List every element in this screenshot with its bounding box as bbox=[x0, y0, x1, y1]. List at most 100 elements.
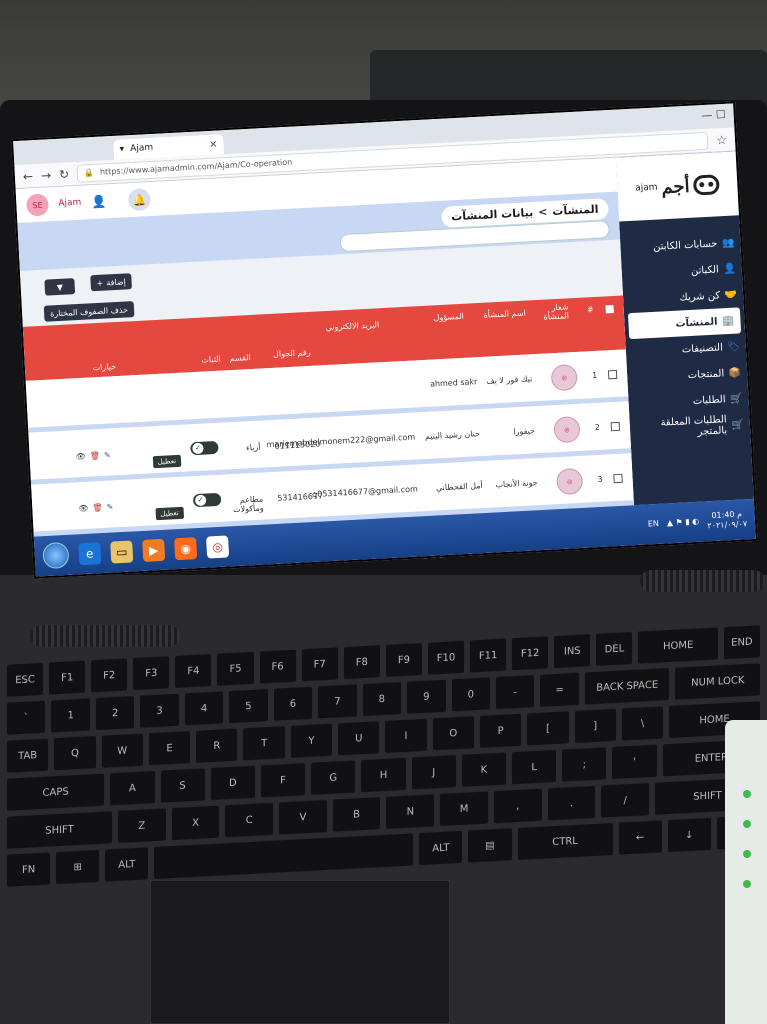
clock[interactable]: 01:40 م ٢٠٢١/٠٩/٠٧ bbox=[707, 509, 748, 531]
key[interactable]: F6 bbox=[258, 648, 297, 685]
key[interactable]: X bbox=[170, 804, 221, 842]
key[interactable]: ← bbox=[617, 819, 663, 856]
key[interactable]: Y bbox=[289, 722, 334, 759]
key[interactable]: . bbox=[546, 784, 597, 822]
language-indicator[interactable]: EN bbox=[648, 519, 660, 530]
tray-icons[interactable]: ▲ ⚑ ▮ ◐ bbox=[667, 517, 700, 529]
key[interactable]: ALT bbox=[418, 829, 464, 867]
key[interactable]: U bbox=[337, 720, 381, 757]
key[interactable]: / bbox=[600, 782, 650, 819]
key[interactable]: 0 bbox=[450, 676, 491, 713]
key[interactable]: H bbox=[360, 756, 407, 794]
key[interactable]: W bbox=[100, 732, 144, 769]
key[interactable]: T bbox=[242, 725, 286, 762]
key[interactable]: A bbox=[109, 769, 156, 807]
key[interactable]: F3 bbox=[132, 655, 171, 692]
chrome-icon[interactable]: ◎ bbox=[206, 535, 230, 559]
bookmark-star-icon[interactable]: ☆ bbox=[716, 132, 727, 147]
key[interactable]: F4 bbox=[174, 652, 213, 689]
key[interactable]: S bbox=[159, 767, 206, 804]
key[interactable]: ⊞ bbox=[55, 848, 101, 886]
key[interactable]: - bbox=[494, 674, 536, 711]
key[interactable]: 6 bbox=[272, 685, 314, 722]
reload-icon[interactable]: ↻ bbox=[59, 167, 70, 182]
key[interactable]: V bbox=[278, 798, 328, 836]
key[interactable]: E bbox=[147, 730, 192, 767]
key[interactable]: R bbox=[195, 727, 239, 764]
key[interactable]: ▤ bbox=[467, 827, 513, 864]
status-toggle[interactable] bbox=[190, 440, 219, 456]
key[interactable]: B bbox=[331, 796, 382, 833]
key[interactable]: NUM LOCK bbox=[674, 662, 762, 701]
disable-button[interactable]: تعطيل bbox=[155, 506, 185, 521]
key[interactable]: ALT bbox=[104, 846, 150, 883]
key[interactable]: 3 bbox=[139, 692, 180, 729]
key[interactable]: F1 bbox=[48, 659, 87, 696]
edit-icon[interactable]: ✎ bbox=[106, 502, 113, 511]
bell-icon[interactable]: 🔔 bbox=[127, 188, 151, 212]
key[interactable]: 1 bbox=[50, 697, 91, 734]
key[interactable]: ; bbox=[561, 746, 608, 783]
tab-close-icon[interactable]: ✕ bbox=[209, 139, 218, 150]
key[interactable]: = bbox=[539, 671, 580, 708]
key[interactable]: 4 bbox=[183, 690, 225, 727]
key[interactable]: F10 bbox=[426, 639, 466, 676]
add-button[interactable]: + إضافة bbox=[90, 273, 133, 292]
start-button[interactable] bbox=[42, 541, 70, 570]
key[interactable]: F7 bbox=[300, 646, 339, 683]
key[interactable]: F8 bbox=[342, 644, 381, 681]
row-checkbox[interactable] bbox=[607, 369, 618, 380]
key[interactable]: D bbox=[209, 764, 256, 802]
forward-icon[interactable]: → bbox=[41, 168, 52, 183]
key[interactable]: ` bbox=[6, 699, 47, 736]
sidebar-item-7[interactable]: 🛒 الطلبات المعلقة بالمتجر bbox=[629, 411, 750, 443]
key[interactable]: , bbox=[492, 787, 543, 825]
key[interactable]: HOME bbox=[637, 626, 719, 665]
key[interactable]: INS bbox=[553, 633, 592, 670]
firefox-icon[interactable]: ◉ bbox=[174, 537, 198, 561]
edit-icon[interactable]: ✎ bbox=[104, 450, 111, 459]
key[interactable]: DEL bbox=[595, 630, 634, 667]
ie-icon[interactable]: e bbox=[78, 542, 102, 566]
key[interactable]: \ bbox=[620, 705, 665, 742]
media-player-icon[interactable]: ▶ bbox=[142, 538, 166, 562]
key[interactable]: F9 bbox=[384, 641, 423, 678]
key[interactable]: F bbox=[259, 762, 307, 799]
view-icon[interactable]: 👁 bbox=[75, 452, 86, 462]
key[interactable]: I bbox=[384, 717, 428, 754]
select-all-checkbox[interactable] bbox=[605, 304, 614, 314]
delete-icon[interactable]: 🗑 bbox=[92, 503, 103, 513]
row-checkbox[interactable] bbox=[613, 473, 623, 484]
key[interactable]: N bbox=[385, 793, 436, 830]
key[interactable]: ] bbox=[573, 707, 617, 745]
user-icon[interactable]: 👤 bbox=[91, 194, 107, 209]
key[interactable]: P bbox=[478, 712, 523, 749]
key[interactable]: BACK SPACE bbox=[583, 666, 671, 706]
key[interactable]: Q bbox=[53, 735, 97, 772]
window-controls[interactable]: — ☐ bbox=[701, 108, 726, 122]
delete-selected-button[interactable]: حذف الصفوف المختارة bbox=[43, 301, 135, 322]
key[interactable]: G bbox=[310, 759, 357, 796]
key[interactable]: [ bbox=[526, 710, 570, 747]
key[interactable]: FN bbox=[6, 851, 52, 888]
touchpad[interactable] bbox=[150, 880, 450, 1024]
key[interactable]: 9 bbox=[406, 678, 447, 715]
key[interactable]: F5 bbox=[216, 650, 255, 687]
key[interactable]: 8 bbox=[361, 681, 403, 718]
key[interactable]: SHIFT bbox=[6, 810, 113, 850]
key[interactable]: TAB bbox=[6, 737, 50, 774]
delete-icon[interactable]: 🗑 bbox=[90, 451, 101, 461]
key[interactable]: F2 bbox=[90, 657, 129, 694]
key[interactable]: END bbox=[722, 624, 761, 661]
key[interactable]: ↓ bbox=[666, 816, 712, 854]
user-name[interactable]: Ajam bbox=[58, 198, 81, 209]
key[interactable]: K bbox=[460, 751, 508, 788]
disable-button[interactable]: تعطيل bbox=[152, 454, 182, 469]
key[interactable]: CAPS bbox=[6, 772, 106, 812]
key[interactable]: CTRL bbox=[516, 821, 614, 862]
folder-icon[interactable]: ▭ bbox=[110, 540, 134, 564]
view-icon[interactable]: 👁 bbox=[78, 504, 89, 514]
key[interactable]: L bbox=[511, 748, 558, 786]
key[interactable]: 5 bbox=[228, 688, 269, 725]
avatar[interactable]: SE bbox=[25, 193, 50, 217]
